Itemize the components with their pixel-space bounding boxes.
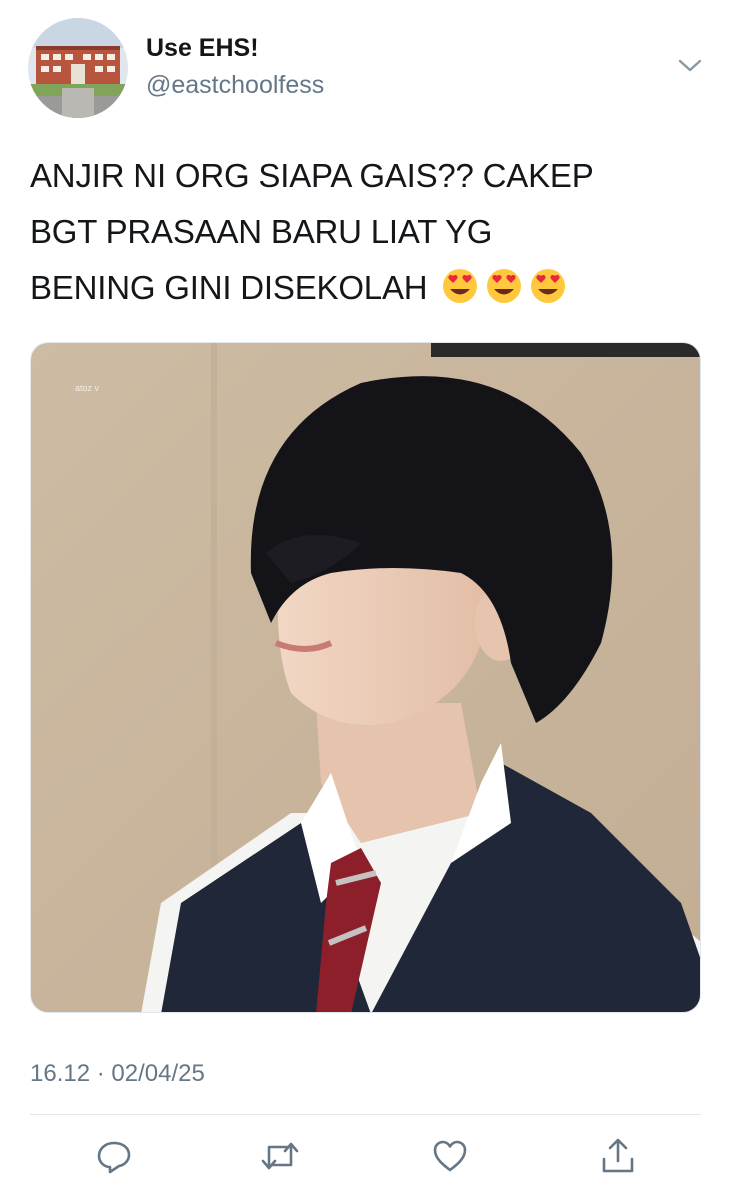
school-building-avatar-icon	[28, 18, 128, 118]
reply-button[interactable]	[94, 1136, 134, 1176]
heart-eyes-emoji-icon	[485, 266, 523, 304]
tweet-text-line: BGT PRASAAN BARU LIAT YG	[30, 213, 493, 250]
chevron-down-icon[interactable]	[676, 56, 704, 76]
author-avatar[interactable]	[28, 18, 128, 118]
tweet-text-line: ANJIR NI ORG SIAPA GAIS?? CAKEP	[30, 157, 594, 194]
heart-eyes-emoji-icon	[441, 266, 479, 304]
tweet-timestamp[interactable]: 16.12 · 02/04/25	[30, 1060, 205, 1088]
photo-of-student-in-school-uniform-icon: atoz v	[31, 343, 700, 1012]
divider	[30, 1114, 701, 1115]
share-icon	[602, 1138, 634, 1173]
tweet-text-line-with-emoji: BENING GINI DISEKOLAH	[30, 260, 710, 316]
retweet-icon	[261, 1142, 299, 1170]
heart-icon	[433, 1140, 467, 1172]
author-handle[interactable]: @eastchoolfess	[146, 71, 324, 100]
share-button[interactable]	[598, 1136, 638, 1176]
like-button[interactable]	[430, 1136, 470, 1176]
heart-eyes-emoji-icon	[529, 266, 567, 304]
tweet-media-photo[interactable]: atoz v	[30, 342, 701, 1013]
retweet-button[interactable]	[260, 1136, 300, 1176]
media-watermark: atoz v	[75, 383, 100, 393]
author-display-name[interactable]: Use EHS!	[146, 34, 259, 63]
reply-icon	[97, 1141, 131, 1174]
tweet-text: ANJIR NI ORG SIAPA GAIS?? CAKEP BGT PRAS…	[30, 148, 710, 316]
tweet-text-line: BENING GINI DISEKOLAH	[30, 269, 428, 306]
